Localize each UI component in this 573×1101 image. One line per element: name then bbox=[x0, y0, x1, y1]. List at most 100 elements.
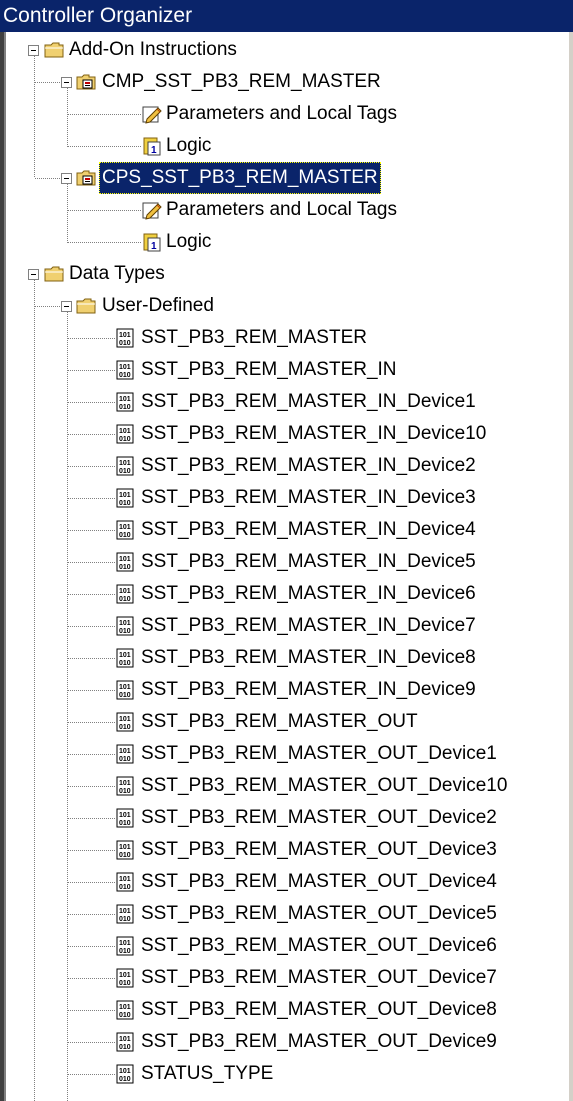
svg-text:010: 010 bbox=[119, 724, 131, 731]
svg-text:010: 010 bbox=[119, 660, 131, 667]
tree-label: SST_PB3_REM_MASTER_OUT_Device2 bbox=[141, 807, 497, 828]
folder-icon bbox=[44, 40, 64, 60]
folder-icon bbox=[76, 296, 96, 316]
tree-label: SST_PB3_REM_MASTER_OUT_Device9 bbox=[141, 1031, 497, 1052]
tree-connector bbox=[68, 690, 115, 691]
expander-data-types[interactable] bbox=[28, 269, 39, 280]
panel-title: Controller Organizer bbox=[0, 0, 573, 32]
tree-connector bbox=[68, 402, 115, 403]
data-type-1010-icon: 101 010 bbox=[115, 840, 135, 860]
svg-text:101: 101 bbox=[119, 492, 131, 499]
svg-text:010: 010 bbox=[119, 564, 131, 571]
tree-label: SST_PB3_REM_MASTER bbox=[141, 327, 367, 348]
data-type-1010-icon: 101 010 bbox=[115, 808, 135, 828]
svg-text:101: 101 bbox=[119, 844, 131, 851]
tree-connector bbox=[68, 1010, 115, 1011]
tree-connector bbox=[68, 114, 142, 115]
svg-text:010: 010 bbox=[119, 820, 131, 827]
tree-label: STATUS_TYPE bbox=[141, 1063, 274, 1084]
svg-text:010: 010 bbox=[119, 980, 131, 987]
data-type-1010-icon: 101 010 bbox=[115, 968, 135, 988]
svg-text:010: 010 bbox=[119, 948, 131, 955]
expander-aoi[interactable] bbox=[61, 77, 72, 88]
svg-text:101: 101 bbox=[119, 940, 131, 947]
data-type-1010-icon: 101 010 bbox=[115, 520, 135, 540]
organizer-tree[interactable]: Add-On Instructions CMP_SST_PB3_REM_MASTE… bbox=[6, 32, 569, 1101]
data-type-1010-icon: 101 010 bbox=[115, 328, 135, 348]
svg-text:010: 010 bbox=[119, 788, 131, 795]
svg-text:101: 101 bbox=[119, 780, 131, 787]
expander-user-defined[interactable] bbox=[61, 301, 72, 312]
tree-connector bbox=[67, 184, 68, 243]
tree-label: SST_PB3_REM_MASTER_OUT_Device1 bbox=[141, 743, 497, 764]
tree-connector bbox=[34, 306, 35, 1101]
tree-label: SST_PB3_REM_MASTER_OUT_Device5 bbox=[141, 903, 497, 924]
tree-connector bbox=[68, 786, 115, 787]
tree-connector bbox=[68, 338, 115, 339]
tree-connector bbox=[35, 306, 61, 307]
svg-text:101: 101 bbox=[119, 748, 131, 755]
tree-connector bbox=[68, 946, 115, 947]
svg-text:101: 101 bbox=[119, 556, 131, 563]
svg-text:010: 010 bbox=[119, 500, 131, 507]
svg-text:101: 101 bbox=[119, 1036, 131, 1043]
svg-text:010: 010 bbox=[119, 1076, 131, 1083]
svg-text:101: 101 bbox=[119, 812, 131, 819]
tree-connector bbox=[68, 1042, 115, 1043]
tree-connector bbox=[34, 56, 35, 178]
svg-text:101: 101 bbox=[119, 588, 131, 595]
tree-label: SST_PB3_REM_MASTER_OUT_Device10 bbox=[141, 775, 508, 796]
expander-aoi[interactable] bbox=[61, 173, 72, 184]
svg-text:010: 010 bbox=[119, 1012, 131, 1019]
tree-label: SST_PB3_REM_MASTER_IN_Device4 bbox=[141, 519, 476, 540]
data-type-1010-icon: 101 010 bbox=[115, 488, 135, 508]
tree-connector bbox=[67, 88, 68, 147]
data-type-1010-icon: 101 010 bbox=[115, 392, 135, 412]
svg-text:101: 101 bbox=[119, 1004, 131, 1011]
tree-label: CMP_SST_PB3_REM_MASTER bbox=[102, 71, 381, 92]
tree-connector bbox=[68, 722, 115, 723]
tree-label: SST_PB3_REM_MASTER_OUT_Device7 bbox=[141, 967, 497, 988]
data-type-1010-icon: 101 010 bbox=[115, 936, 135, 956]
parameters-pencil-icon bbox=[142, 104, 162, 124]
svg-text:101: 101 bbox=[119, 396, 131, 403]
tree-connector bbox=[68, 434, 115, 435]
svg-text:010: 010 bbox=[119, 340, 131, 347]
tree-connector bbox=[68, 626, 115, 627]
tree-label: SST_PB3_REM_MASTER_IN_Device5 bbox=[141, 551, 476, 572]
tree-connector bbox=[35, 82, 61, 83]
svg-text:101: 101 bbox=[119, 524, 131, 531]
tree-connector bbox=[68, 498, 115, 499]
svg-text:010: 010 bbox=[119, 532, 131, 539]
tree-connector bbox=[68, 242, 142, 243]
panel-right-edge bbox=[569, 32, 573, 1101]
tree-connector bbox=[68, 658, 115, 659]
tree-label: SST_PB3_REM_MASTER_IN_Device6 bbox=[141, 583, 476, 604]
parameters-pencil-icon bbox=[142, 200, 162, 220]
tree-connector bbox=[68, 978, 115, 979]
add-on-instruction-icon bbox=[76, 72, 96, 92]
tree-label: Parameters and Local Tags bbox=[166, 103, 397, 124]
svg-text:101: 101 bbox=[119, 460, 131, 467]
tree-label: SST_PB3_REM_MASTER_OUT_Device6 bbox=[141, 935, 497, 956]
svg-text:101: 101 bbox=[119, 716, 131, 723]
tree-label: SST_PB3_REM_MASTER_IN bbox=[141, 359, 397, 380]
tree-connector bbox=[34, 280, 35, 306]
expander-add-on-instructions[interactable] bbox=[28, 45, 39, 56]
tree-label: SST_PB3_REM_MASTER_IN_Device2 bbox=[141, 455, 476, 476]
data-type-1010-icon: 101 010 bbox=[115, 616, 135, 636]
data-type-1010-icon: 101 010 bbox=[115, 744, 135, 764]
svg-text:010: 010 bbox=[119, 372, 131, 379]
svg-text:1: 1 bbox=[151, 145, 157, 156]
tree-label: SST_PB3_REM_MASTER_OUT_Device8 bbox=[141, 999, 497, 1020]
tree-connector bbox=[68, 466, 115, 467]
tree-connector bbox=[35, 178, 61, 179]
tree-connector bbox=[68, 530, 115, 531]
svg-text:101: 101 bbox=[119, 1068, 131, 1075]
svg-text:010: 010 bbox=[119, 596, 131, 603]
tree-connector bbox=[68, 1074, 115, 1075]
add-on-instruction-icon bbox=[76, 168, 96, 188]
tree-connector bbox=[68, 914, 115, 915]
svg-text:101: 101 bbox=[119, 620, 131, 627]
svg-text:010: 010 bbox=[119, 692, 131, 699]
